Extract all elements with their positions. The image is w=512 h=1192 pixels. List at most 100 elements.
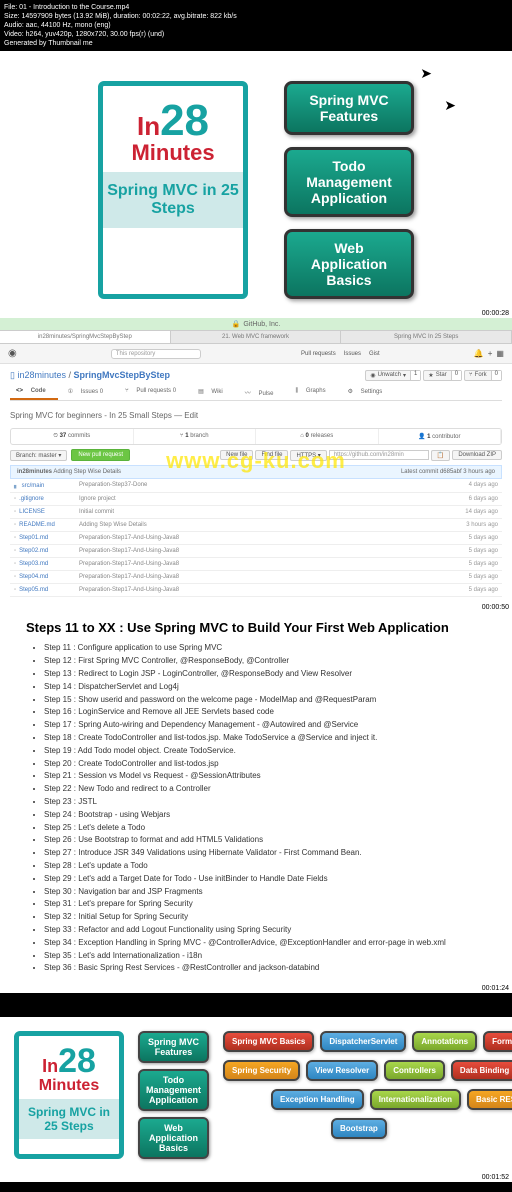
file-toolbar: Branch: master ▾ New pull request New fi… <box>10 449 502 461</box>
stat-commits[interactable]: ⏲ 37 commits <box>11 429 134 444</box>
timestamp: 00:00:28 <box>0 309 512 318</box>
file-icon: ▫ <box>14 522 16 528</box>
list-item: Step 33 : Refactor and add Logout Functi… <box>44 925 486 936</box>
logo-top: In28 Minutes <box>103 86 243 172</box>
chip-exception: Exception Handling <box>271 1089 364 1110</box>
logo-in: In <box>42 1056 58 1076</box>
table-row[interactable]: ▫README.mdAdding Step Wise Details3 hour… <box>10 519 502 532</box>
tab-pulse[interactable]: 〰 Pulse <box>239 385 286 400</box>
table-row[interactable]: ▫Step04.mdPreparation-Step17-And-Using-J… <box>10 571 502 584</box>
cursor-icon: ➤ <box>420 65 432 82</box>
commit-msg[interactable]: in28minutes Adding Step Wise Details <box>17 469 121 475</box>
plus-icon[interactable]: + <box>488 349 493 358</box>
repo-search-input[interactable]: This repository <box>111 349 201 359</box>
nav-gist[interactable]: Gist <box>369 351 380 357</box>
repo-action-buttons: ◉ Unwatch ▾1 ★ Star0 ⑂ Fork0 <box>365 370 502 381</box>
list-item: Step 23 : JSTL <box>44 797 486 808</box>
new-file-button[interactable]: New file <box>220 450 253 460</box>
file-icon: ▫ <box>14 548 16 554</box>
https-select[interactable]: HTTPS ▾ <box>290 450 326 461</box>
chip-annotations: Annotations <box>412 1031 477 1052</box>
mindmap-leftcol: Spring MVC Features Todo Management Appl… <box>138 1031 209 1159</box>
github-topnav: Pull requests Issues Gist <box>295 350 380 357</box>
stat-releases[interactable]: ⌂ 0 releases <box>256 429 379 444</box>
tab-wiki[interactable]: ▤ Wiki <box>192 385 235 400</box>
list-item: Step 20 : Create TodoController and list… <box>44 759 486 770</box>
logo-28: 28 <box>58 1042 96 1080</box>
list-item: Step 19 : Add Todo model object. Create … <box>44 746 486 757</box>
tab-issues[interactable]: ① Issues 0 <box>62 385 115 400</box>
map-row: Bootstrap <box>331 1118 512 1139</box>
commit-hash[interactable]: Latest commit d685abf 3 hours ago <box>401 469 495 475</box>
steps-title: Steps 11 to XX : Use Spring MVC to Build… <box>26 620 486 635</box>
latest-commit: in28minutes Adding Step Wise Details Lat… <box>10 465 502 479</box>
repo-title[interactable]: SpringMvcStepByStep <box>74 370 171 380</box>
chip-controllers: Controllers <box>384 1060 445 1081</box>
notif-icon[interactable]: 🔔 <box>474 349 484 358</box>
table-row[interactable]: ▫Step05.mdPreparation-Step17-And-Using-J… <box>10 584 502 597</box>
url-host: GitHub, Inc. <box>243 321 280 328</box>
stat-contributors[interactable]: 👤 1 contributor <box>379 429 502 444</box>
chip-bootstrap: Bootstrap <box>331 1118 387 1139</box>
logo-in: In <box>137 111 160 141</box>
chip-rest: Basic REST <box>467 1089 512 1110</box>
find-file-button[interactable]: Find file <box>255 450 288 460</box>
tab-graphs[interactable]: ⫼ Graphs <box>289 385 337 400</box>
star-button[interactable]: ★ Star0 <box>423 370 462 381</box>
browser-tab[interactable]: in28minutes/SpringMvcStepByStep <box>0 331 171 343</box>
clone-url-input[interactable]: https://github.com/in28min <box>329 450 429 460</box>
logo-box: In28 Minutes Spring MVC in 25 Steps <box>14 1031 124 1159</box>
map-row: Spring Security View Resolver Controller… <box>223 1060 512 1081</box>
file-table: ▖src/mainPreparation-Step37-Done4 days a… <box>10 479 502 597</box>
table-row[interactable]: ▫Step02.mdPreparation-Step17-And-Using-J… <box>10 545 502 558</box>
repo-name: ▯ in28minutes / SpringMvcStepByStep <box>10 370 170 381</box>
github-page: 🔒GitHub, Inc. in28minutes/SpringMvcStepB… <box>0 318 512 603</box>
table-row[interactable]: ▖src/mainPreparation-Step37-Done4 days a… <box>10 479 502 493</box>
branch-selector[interactable]: Branch: master ▾ <box>10 450 67 461</box>
tab-code[interactable]: <> Code <box>10 385 58 400</box>
download-zip-button[interactable]: Download ZIP <box>452 450 502 460</box>
table-row[interactable]: ▫.gitignoreIgnore project6 days ago <box>10 493 502 506</box>
file-icon: ▫ <box>14 496 16 502</box>
logo-minutes: Minutes <box>103 140 243 166</box>
unwatch-button[interactable]: ◉ Unwatch ▾1 <box>365 370 421 381</box>
tab-pr[interactable]: ⑂ Pull requests 0 <box>119 385 188 400</box>
nav-issues[interactable]: Issues <box>344 351 361 357</box>
new-pr-button[interactable]: New pull request <box>71 449 130 461</box>
feature-todo-app: Todo Management Application <box>284 147 414 217</box>
feature-column: Spring MVC Features Todo Management Appl… <box>284 81 414 299</box>
meta-audio: Audio: aac, 44100 Hz, mono (eng) <box>4 21 508 30</box>
browser-urlbar[interactable]: 🔒GitHub, Inc. <box>0 318 512 331</box>
file-icon: ▫ <box>14 574 16 580</box>
map-row: Exception Handling Internationalization … <box>271 1089 512 1110</box>
meta-gen: Generated by Thumbnail me <box>4 39 508 48</box>
slide-intro: ➤ ➤ In28 Minutes Spring MVC in 25 Steps … <box>0 51 512 309</box>
file-icon: ▫ <box>14 535 16 541</box>
table-row[interactable]: ▫LICENSEInitial commit14 days ago <box>10 506 502 519</box>
github-logo-icon[interactable]: ◉ <box>8 348 17 359</box>
table-row[interactable]: ▫Step01.mdPreparation-Step17-And-Using-J… <box>10 532 502 545</box>
meta-file: File: 01 - Introduction to the Course.mp… <box>4 3 508 12</box>
repo-nav: <> Code ① Issues 0 ⑂ Pull requests 0 ▤ W… <box>10 385 502 401</box>
timestamp: 00:01:24 <box>0 984 512 993</box>
topic-web-basics: Web Application Basics <box>138 1117 209 1159</box>
stat-branches[interactable]: ⑂ 1 branch <box>134 429 257 444</box>
table-row[interactable]: ▫Step03.mdPreparation-Step17-And-Using-J… <box>10 558 502 571</box>
nav-pullrequests[interactable]: Pull requests <box>301 351 336 357</box>
timestamp: 00:01:52 <box>0 1173 512 1182</box>
copy-icon[interactable]: 📋 <box>431 450 450 461</box>
browser-tab[interactable]: Spring MVC In 25 Steps <box>341 331 512 343</box>
map-row: Spring MVC Basics DispatcherServlet Anno… <box>223 1031 512 1052</box>
browser-tab[interactable]: 21. Web MVC framework <box>171 331 342 343</box>
list-item: Step 21 : Session vs Model vs Request - … <box>44 771 486 782</box>
repo-icon: ▯ <box>10 370 15 380</box>
list-item: Step 35 : Let's add Internationalization… <box>44 951 486 962</box>
fork-button[interactable]: ⑂ Fork0 <box>464 370 502 381</box>
repo-owner[interactable]: in28minutes <box>17 370 66 380</box>
avatar[interactable]: ▦ <box>496 349 504 358</box>
repo-description: Spring MVC for beginners - In 25 Small S… <box>10 407 502 424</box>
lock-icon: 🔒 <box>232 321 241 328</box>
folder-icon: ▖ <box>14 483 19 489</box>
topic-todo-app: Todo Management Application <box>138 1069 209 1111</box>
tab-settings[interactable]: ⚙ Settings <box>342 385 395 400</box>
